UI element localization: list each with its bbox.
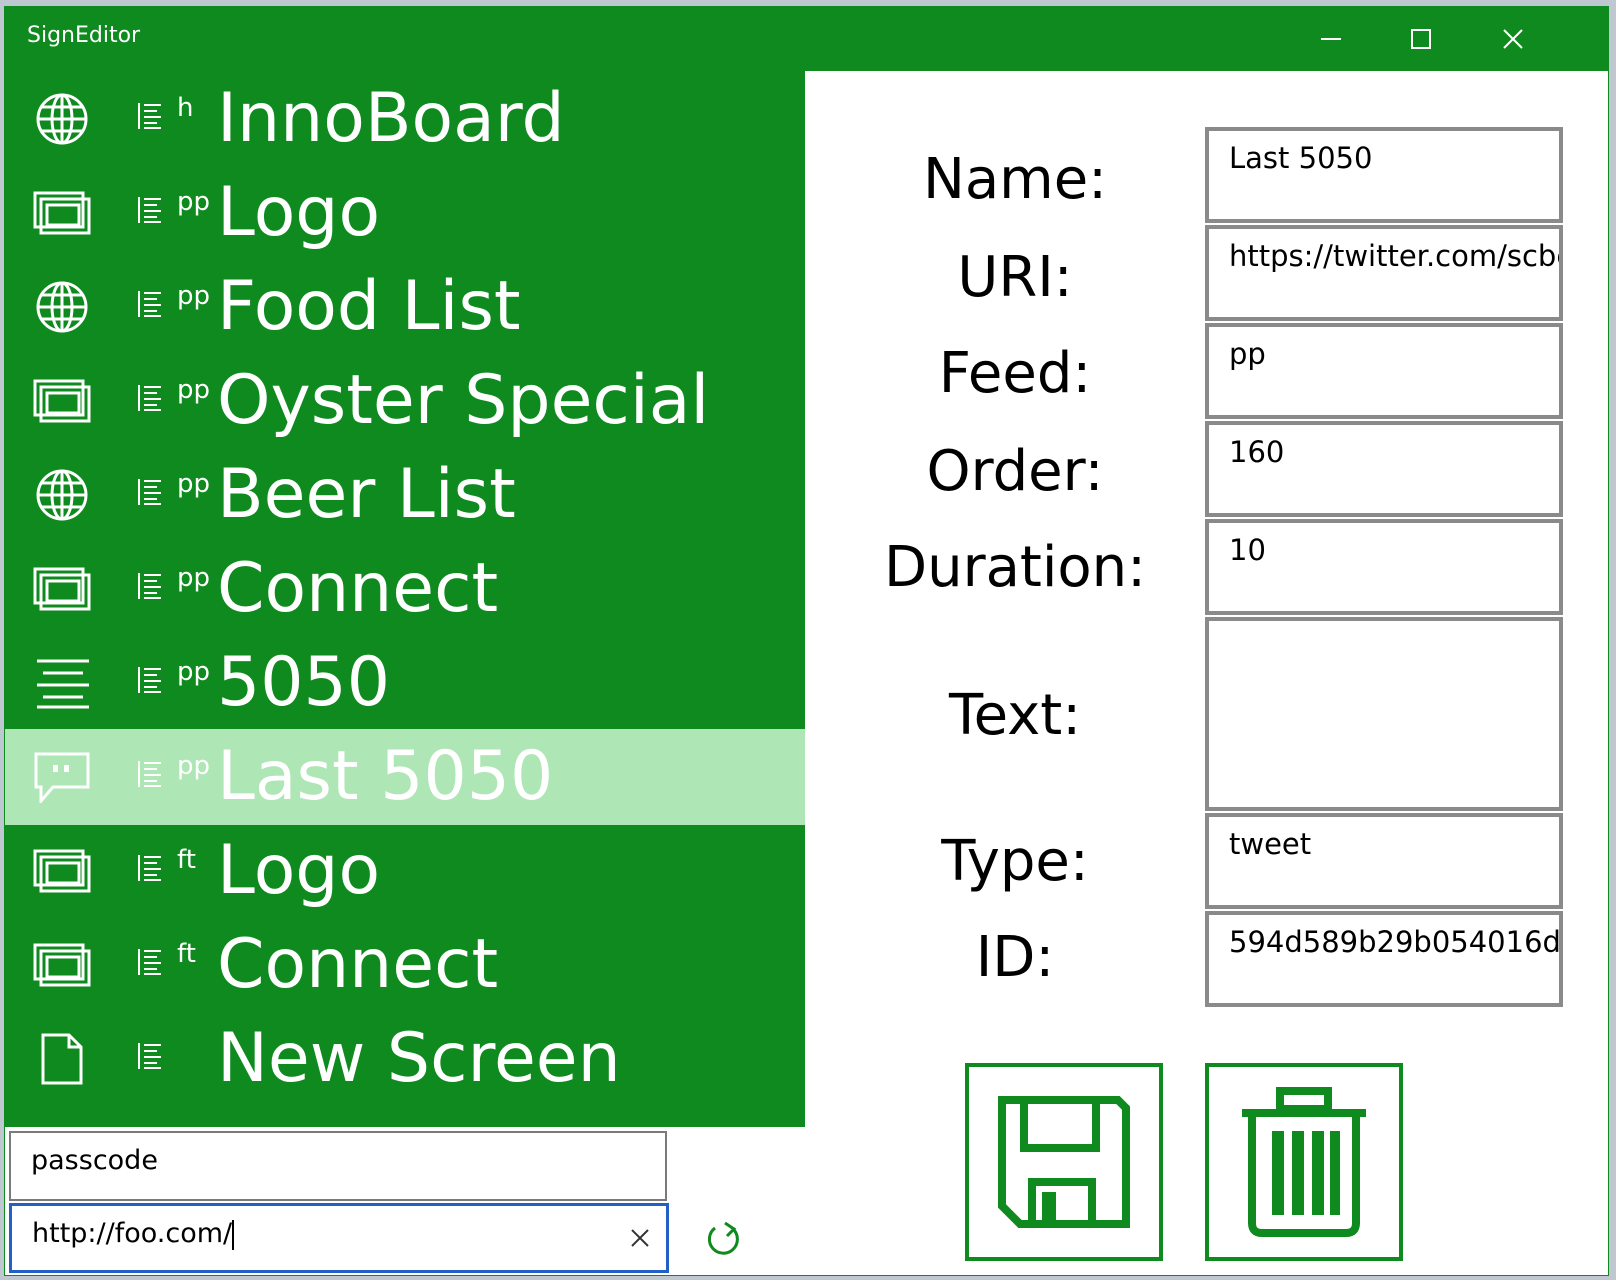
slides-icon xyxy=(33,943,91,987)
list-item[interactable]: h InnoBoard xyxy=(5,71,805,167)
list-icon xyxy=(138,573,161,599)
screen-name: Oyster Special xyxy=(217,361,710,440)
floppy-disk-icon xyxy=(998,1096,1130,1228)
globe-icon xyxy=(36,93,88,145)
passcode-input[interactable]: passcode xyxy=(9,1131,667,1201)
feed-tag: pp xyxy=(177,563,211,593)
title-bar[interactable]: SignEditor xyxy=(5,7,1608,71)
text-lines-icon xyxy=(37,659,89,709)
screen-name: Logo xyxy=(217,173,381,252)
id-label: ID: xyxy=(975,925,1055,990)
maximize-button[interactable] xyxy=(1375,7,1467,71)
save-button[interactable] xyxy=(965,1063,1163,1261)
feed-tag: pp xyxy=(177,469,211,499)
list-icon xyxy=(138,385,161,411)
feed-tag: ft xyxy=(177,939,196,969)
id-field[interactable]: 594d589b29b054016d39 xyxy=(1205,911,1563,1007)
feed-tag: ft xyxy=(177,845,196,875)
feed-tag: pp xyxy=(177,375,211,405)
page-icon xyxy=(41,1033,83,1085)
feed-tag: pp xyxy=(177,657,211,687)
screen-name: Food List xyxy=(217,267,521,346)
slides-icon xyxy=(33,567,91,611)
screen-name: Connect xyxy=(217,925,499,1004)
screen-name: Last 5050 xyxy=(217,737,554,816)
name-field[interactable]: Last 5050 xyxy=(1205,127,1563,223)
uri-field[interactable]: https://twitter.com/scbci xyxy=(1205,225,1563,321)
list-item[interactable]: pp Connect xyxy=(5,541,805,637)
list-item[interactable]: ft Connect xyxy=(5,917,805,1013)
passcode-value: passcode xyxy=(31,1145,158,1176)
trash-icon xyxy=(1242,1087,1366,1237)
type-label: Type: xyxy=(941,829,1089,894)
list-item[interactable]: pp Logo xyxy=(5,165,805,261)
screen-name: Connect xyxy=(217,549,499,628)
uri-label: URI: xyxy=(957,245,1073,310)
refresh-icon[interactable] xyxy=(703,1219,743,1259)
list-icon xyxy=(138,291,161,317)
slides-icon xyxy=(33,191,91,235)
slides-icon xyxy=(33,849,91,893)
globe-icon xyxy=(36,469,88,521)
feed-field[interactable]: pp xyxy=(1205,323,1563,419)
minimize-icon xyxy=(1321,38,1341,40)
order-label: Order: xyxy=(926,439,1104,504)
connection-panel: passcode http://foo.com/ xyxy=(5,1127,805,1275)
list-item-selected[interactable]: pp Last 5050 xyxy=(5,729,805,825)
list-icon xyxy=(138,855,161,881)
app-window: SignEditor h InnoBoard pp Logo pp Food L… xyxy=(4,6,1609,1276)
screen-list: h InnoBoard pp Logo pp Food List pp Oyst… xyxy=(5,71,805,1127)
list-icon xyxy=(138,667,161,693)
close-button[interactable] xyxy=(1467,7,1559,71)
list-item[interactable]: pp Food List xyxy=(5,259,805,355)
feed-label: Feed: xyxy=(938,341,1092,406)
screen-name: Logo xyxy=(217,831,381,910)
list-icon xyxy=(138,479,161,505)
duration-field[interactable]: 10 xyxy=(1205,519,1563,615)
feed-tag: pp xyxy=(177,281,211,311)
message-icon xyxy=(34,752,90,803)
globe-icon xyxy=(36,281,88,333)
list-item[interactable]: pp Oyster Special xyxy=(5,353,805,449)
type-field[interactable]: tweet xyxy=(1205,813,1563,909)
screen-name: New Screen xyxy=(217,1019,621,1098)
close-icon xyxy=(1503,29,1523,49)
screen-name: 5050 xyxy=(217,643,391,722)
list-item[interactable]: pp Beer List xyxy=(5,447,805,543)
list-item[interactable]: ft Logo xyxy=(5,823,805,919)
list-item[interactable]: New Screen xyxy=(5,1011,805,1107)
text-field[interactable] xyxy=(1205,617,1563,811)
feed-tag: pp xyxy=(177,187,211,217)
list-icon xyxy=(138,761,161,787)
minimize-button[interactable] xyxy=(1285,7,1377,71)
list-icon xyxy=(138,197,161,223)
clear-icon[interactable] xyxy=(630,1228,650,1248)
name-label: Name: xyxy=(922,147,1108,212)
text-label: Text: xyxy=(948,683,1082,748)
screen-name: InnoBoard xyxy=(217,79,565,158)
list-item[interactable]: pp 5050 xyxy=(5,635,805,731)
screen-name: Beer List xyxy=(217,455,516,534)
delete-button[interactable] xyxy=(1205,1063,1403,1261)
list-icon xyxy=(138,103,161,129)
server-url-value: http://foo.com/ xyxy=(32,1218,233,1249)
slides-icon xyxy=(33,379,91,423)
feed-tag: h xyxy=(177,93,194,123)
duration-label: Duration: xyxy=(883,535,1147,600)
order-field[interactable]: 160 xyxy=(1205,421,1563,517)
server-url-input[interactable]: http://foo.com/ xyxy=(9,1203,669,1273)
text-cursor xyxy=(232,1219,235,1250)
maximize-icon xyxy=(1411,29,1431,49)
list-icon xyxy=(138,949,161,975)
app-title: SignEditor xyxy=(27,23,141,48)
feed-tag: pp xyxy=(177,751,211,781)
list-icon xyxy=(138,1043,161,1069)
